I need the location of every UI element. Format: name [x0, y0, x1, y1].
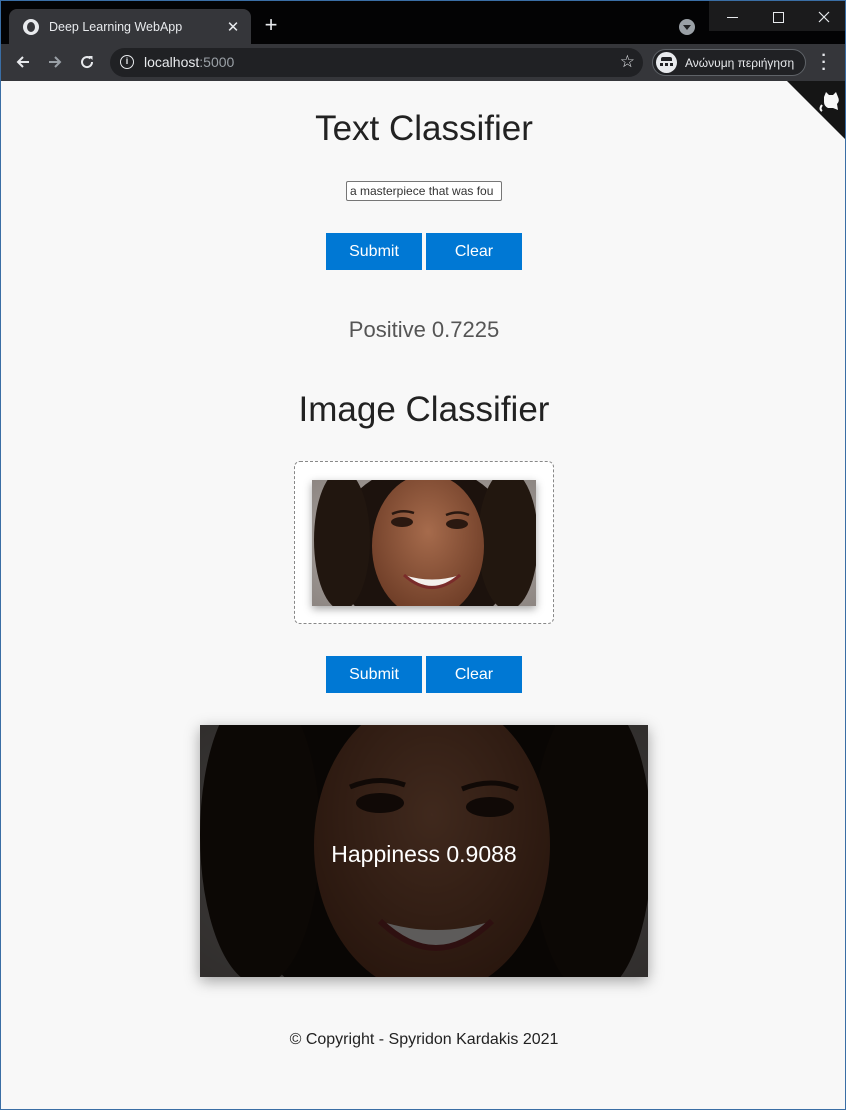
incognito-icon	[656, 52, 677, 73]
title-bar: Deep Learning WebApp ✕ +	[1, 1, 845, 44]
smiling-woman-photo	[312, 480, 536, 606]
info-icon[interactable]: i	[120, 55, 134, 69]
minimize-icon	[726, 16, 738, 18]
url-text[interactable]: localhost:5000	[144, 54, 234, 70]
kebab-menu-icon[interactable]: · · ·	[816, 48, 832, 78]
image-classifier-result: Happiness 0.9088	[331, 841, 517, 867]
close-icon[interactable]: ✕	[221, 18, 245, 36]
reload-icon[interactable]	[75, 50, 99, 74]
browser-tab[interactable]: Deep Learning WebApp ✕	[9, 9, 251, 44]
image-result-card: Happiness 0.9088	[200, 725, 648, 977]
url-port: :5000	[199, 54, 235, 70]
text-clear-button[interactable]: Clear	[426, 233, 522, 270]
footer-copyright: © Copyright - Spyridon Kardakis 2021	[289, 1031, 559, 1048]
tab-search-icon[interactable]	[679, 19, 695, 35]
browser-toolbar: i localhost:5000 ☆ Ανώνυμη περιήγηση · · ·	[1, 44, 845, 81]
minimize-button[interactable]	[709, 1, 755, 31]
uploaded-image-thumbnail	[312, 480, 536, 606]
incognito-badge[interactable]: Ανώνυμη περιήγηση	[652, 49, 806, 76]
back-arrow-icon[interactable]	[11, 50, 35, 74]
image-submit-button[interactable]: Submit	[326, 656, 422, 693]
text-submit-button[interactable]: Submit	[326, 233, 422, 270]
star-icon[interactable]: ☆	[620, 52, 635, 72]
text-classifier-input[interactable]: a masterpiece that was fou	[346, 181, 502, 201]
image-classifier-title: Image Classifier	[298, 390, 550, 429]
globe-icon	[23, 18, 39, 35]
incognito-label: Ανώνυμη περιήγηση	[685, 55, 795, 70]
maximize-icon	[772, 11, 784, 23]
forward-arrow-icon[interactable]	[43, 50, 67, 74]
text-classifier-title: Text Classifier	[315, 109, 533, 148]
text-classifier-result: Positive 0.7225	[348, 317, 500, 342]
window-close-button[interactable]	[801, 1, 845, 31]
page-content: Text Classifier a masterpiece that was f…	[1, 81, 845, 1109]
image-dropzone[interactable]	[294, 461, 554, 624]
maximize-button[interactable]	[755, 1, 801, 31]
browser-window: Deep Learning WebApp ✕ + i localhost:500…	[0, 0, 846, 1110]
plus-icon[interactable]: +	[260, 14, 282, 36]
tab-title: Deep Learning WebApp	[49, 19, 183, 34]
address-bar[interactable]: i localhost:5000 ☆	[110, 48, 643, 77]
url-host: localhost	[144, 54, 200, 70]
image-clear-button[interactable]: Clear	[426, 656, 522, 693]
window-close-icon	[818, 11, 830, 23]
